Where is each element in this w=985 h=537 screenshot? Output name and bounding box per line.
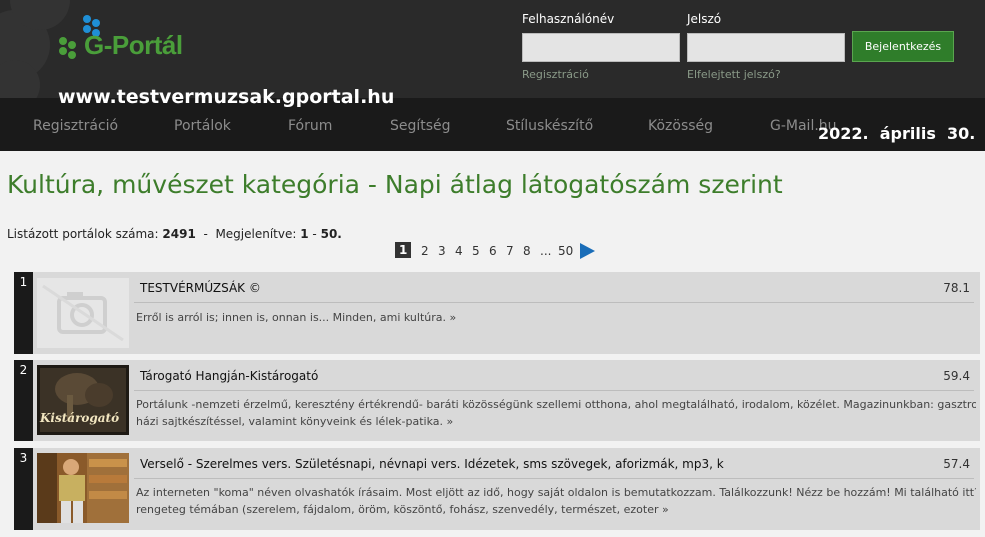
description-line: házi sajtkészítéssel, valamint könyveink… — [136, 415, 454, 428]
count-separator: - — [203, 227, 208, 241]
shown-from: 1 — [300, 227, 309, 241]
page-link[interactable]: 8 — [523, 244, 531, 258]
row-divider — [134, 390, 974, 391]
portal-thumbnail[interactable] — [37, 453, 129, 523]
page-link[interactable]: 50 — [558, 244, 573, 258]
thumbnail-caption: Kistárogató — [40, 411, 120, 425]
site-url: www.testvermuzsak.gportal.hu — [58, 86, 395, 108]
shown-label: Megjelenítve: — [215, 227, 297, 241]
password-input[interactable] — [687, 33, 845, 62]
page-link[interactable]: 2 — [421, 244, 429, 258]
portal-name[interactable]: TESTVÉRMÚZSÁK © — [140, 281, 261, 295]
logo-text[interactable]: G-Portál — [84, 30, 183, 61]
portal-thumbnail-placeholder[interactable] — [37, 278, 129, 348]
page-title: Kultúra, művészet kategória - Napi átlag… — [7, 170, 783, 199]
portal-thumbnail[interactable]: Kistárogató — [37, 365, 129, 435]
description-line: Az interneten "koma" néven olvashatók ír… — [136, 486, 976, 499]
shown-dash: - — [312, 227, 317, 241]
page-link[interactable]: 7 — [506, 244, 514, 258]
nav-item-style-editor[interactable]: Stíluskészítő — [506, 118, 593, 134]
portal-score: 78.1 — [943, 281, 970, 295]
username-input[interactable] — [522, 33, 680, 62]
portal-rank: 2 — [14, 360, 33, 441]
portal-description: Erről is arról is; innen is, onnan is...… — [136, 309, 976, 326]
portal-row: 2 Kistárogató Tárogató Hangján-Kistároga… — [14, 360, 980, 441]
row-divider — [134, 478, 974, 479]
nav-item-registration[interactable]: Regisztráció — [33, 118, 118, 134]
description-line: Erről is arról is; innen is, onnan is...… — [136, 311, 457, 324]
page-link[interactable]: 3 — [438, 244, 446, 258]
portal-description: Az interneten "koma" néven olvashatók ír… — [136, 484, 976, 518]
nav-item-portals[interactable]: Portálok — [174, 118, 231, 134]
count-value: 2491 — [162, 227, 196, 241]
username-label: Felhasználónév — [522, 12, 615, 26]
camera-placeholder-icon — [37, 278, 129, 348]
date-overlay: 2022. április 30. — [818, 124, 976, 143]
login-button[interactable]: Bejelentkezés — [852, 31, 954, 62]
portal-name[interactable]: Verselő - Szerelmes vers. Születésnapi, … — [140, 457, 724, 471]
portal-score: 59.4 — [943, 369, 970, 383]
page-link[interactable]: 6 — [489, 244, 497, 258]
count-label: Listázott portálok száma: — [7, 227, 159, 241]
shown-to: 50. — [320, 227, 342, 241]
page-ellipsis: ... — [540, 244, 552, 258]
portal-rank: 1 — [14, 272, 33, 354]
next-page-icon[interactable] — [580, 243, 595, 259]
listing-count: Listázott portálok száma: 2491 - Megjele… — [7, 227, 342, 241]
page-link[interactable]: 4 — [455, 244, 463, 258]
page-current: 1 — [395, 242, 412, 258]
verselo-photo — [37, 453, 129, 523]
portal-description: Portálunk -nemzeti érzelmű, keresztény é… — [136, 396, 976, 430]
register-link[interactable]: Regisztráció — [522, 68, 589, 81]
forgot-password-link[interactable]: Elfelejtett jelszó? — [687, 68, 781, 81]
portal-score: 57.4 — [943, 457, 970, 471]
portal-row: 3 Verselő - Szerelmes vers. Születésnapi… — [14, 448, 980, 530]
page-link[interactable]: 5 — [472, 244, 480, 258]
description-line: rengeteg témában (szerelem, fájdalom, ör… — [136, 503, 669, 516]
nav-item-help[interactable]: Segítség — [390, 118, 451, 134]
nav-item-forum[interactable]: Fórum — [288, 118, 332, 134]
description-line: Portálunk -nemzeti érzelmű, keresztény é… — [136, 398, 976, 411]
portal-name[interactable]: Tárogató Hangján-Kistárogató — [140, 369, 318, 383]
row-divider — [134, 302, 974, 303]
nav-item-community[interactable]: Közösség — [648, 118, 713, 134]
password-label: Jelszó — [687, 12, 722, 26]
portal-rank: 3 — [14, 448, 33, 530]
portal-row: 1 TESTVÉRMÚZSÁK © 78.1 Erről is arról is… — [14, 272, 980, 354]
